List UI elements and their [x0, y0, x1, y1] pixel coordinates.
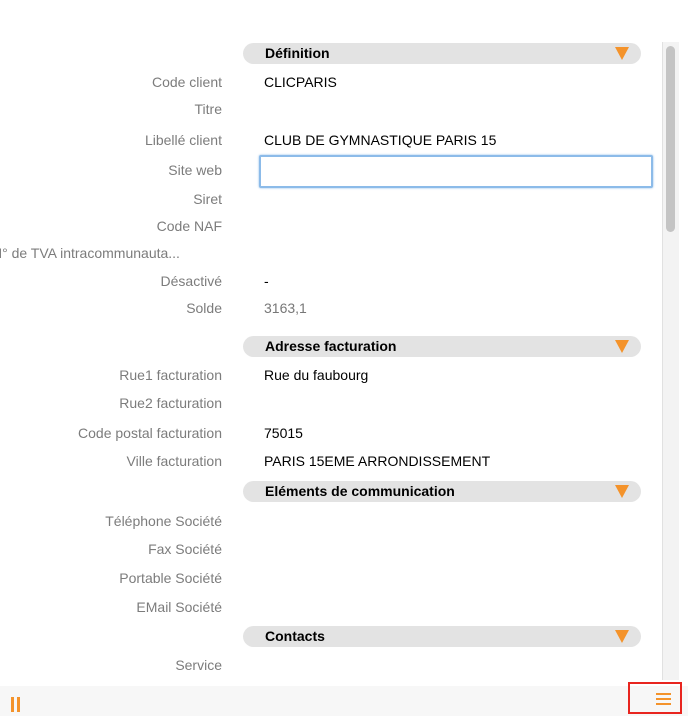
section-title: Eléments de communication: [265, 483, 455, 499]
field-row-siret: Siret: [0, 186, 660, 213]
section-header-billing-address[interactable]: Adresse facturation: [243, 336, 641, 357]
field-label: Code NAF: [156, 218, 222, 234]
field-row-service: Service: [0, 652, 660, 679]
field-label: Site web: [168, 162, 222, 178]
field-label: Libellé client: [144, 132, 222, 148]
field-row-ville: Ville facturation PARIS 15EME ARRONDISSE…: [0, 448, 660, 475]
site-web-input[interactable]: [259, 155, 653, 188]
collapse-triangle-icon[interactable]: [615, 630, 629, 643]
field-label: EMail Société: [136, 599, 222, 615]
field-row-titre: Titre: [0, 96, 660, 123]
menu-icon: [656, 692, 671, 707]
field-row-tva: N° de TVA intracommunauta...: [0, 240, 660, 267]
field-label: Fax Société: [148, 541, 222, 557]
field-label: Code client: [151, 74, 222, 90]
field-label: Téléphone Société: [105, 513, 222, 529]
field-row-portable: Portable Société: [0, 565, 660, 592]
section-header-communication[interactable]: Eléments de communication: [243, 481, 641, 502]
field-label: Service: [175, 657, 222, 673]
field-label: Rue2 facturation: [119, 395, 222, 411]
field-row-rue1: Rue1 facturation Rue du faubourg: [0, 362, 660, 389]
field-label: Désactivé: [160, 273, 222, 289]
section-header-definition[interactable]: Définition: [243, 43, 641, 64]
field-value[interactable]: Rue du faubourg: [264, 367, 368, 383]
field-label: Solde: [186, 300, 222, 316]
field-label: Rue1 facturation: [119, 367, 222, 383]
section-title: Définition: [265, 45, 330, 61]
section-title: Contacts: [265, 628, 325, 644]
collapse-triangle-icon[interactable]: [615, 340, 629, 353]
scrollbar-thumb[interactable]: [666, 46, 675, 232]
section-header-contacts[interactable]: Contacts: [243, 626, 641, 647]
field-row-solde: Solde 3163,1: [0, 295, 660, 322]
field-label: Titre: [194, 101, 222, 117]
field-row-fax: Fax Société: [0, 536, 660, 563]
field-row-telephone: Téléphone Société: [0, 508, 660, 535]
field-row-email: EMail Société: [0, 594, 660, 621]
field-row-desactive: Désactivé -: [0, 268, 660, 295]
field-row-rue2: Rue2 facturation: [0, 390, 660, 417]
field-value[interactable]: -: [264, 273, 269, 289]
field-row-code-naf: Code NAF: [0, 213, 660, 240]
pause-icon[interactable]: [11, 697, 20, 712]
field-label: Ville facturation: [126, 453, 222, 469]
menu-button[interactable]: [628, 682, 682, 714]
field-label: Portable Société: [119, 570, 222, 586]
section-title: Adresse facturation: [265, 338, 397, 354]
field-value[interactable]: CLUB DE GYMNASTIQUE PARIS 15: [264, 132, 496, 148]
collapse-triangle-icon[interactable]: [615, 47, 629, 60]
collapse-triangle-icon[interactable]: [615, 485, 629, 498]
field-value[interactable]: 75015: [264, 425, 303, 441]
bottom-toolbar: [0, 686, 688, 716]
field-value[interactable]: CLICPARIS: [264, 74, 337, 90]
field-label: Siret: [193, 191, 222, 207]
field-value: 3163,1: [264, 300, 307, 316]
field-row-code-postal: Code postal facturation 75015: [0, 420, 660, 447]
vertical-scrollbar[interactable]: [662, 42, 679, 680]
field-value[interactable]: PARIS 15EME ARRONDISSEMENT: [264, 453, 490, 469]
field-label: Code postal facturation: [78, 425, 222, 441]
field-label: N° de TVA intracommunauta...: [0, 245, 180, 261]
client-detail-panel: Définition Code client CLICPARIS Titre L…: [0, 0, 688, 686]
field-row-code-client: Code client CLICPARIS: [0, 69, 660, 96]
field-row-site-web: Site web: [0, 155, 660, 188]
field-row-libelle-client: Libellé client CLUB DE GYMNASTIQUE PARIS…: [0, 127, 660, 154]
